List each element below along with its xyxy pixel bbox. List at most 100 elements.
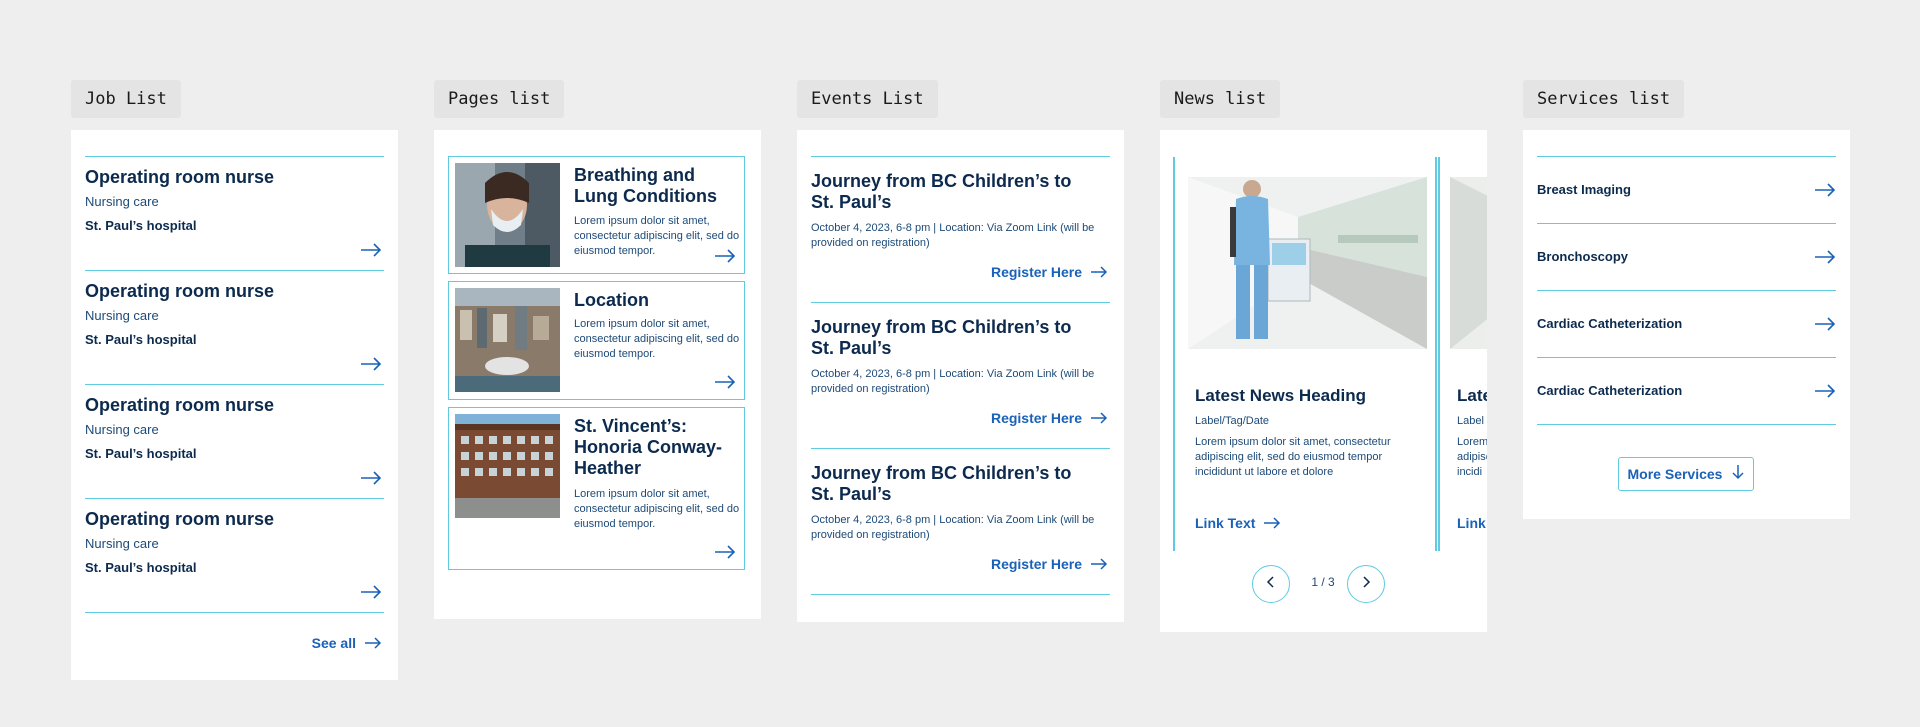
arrow-right-icon [1814, 250, 1836, 264]
service-title: Cardiac Catheterization [1537, 316, 1683, 331]
arrow-right-icon [714, 375, 736, 389]
job-item[interactable]: Operating room nurse Nursing care St. Pa… [85, 270, 384, 384]
news-link[interactable]: Link Text [1195, 515, 1281, 531]
events-list-card: Journey from BC Children’s to St. Paul’s… [797, 130, 1124, 622]
carousel-prev-button[interactable] [1252, 565, 1290, 603]
news-image [1450, 177, 1487, 349]
register-label: Register Here [990, 556, 1082, 572]
job-item[interactable]: Operating room nurse Nursing care St. Pa… [85, 498, 384, 613]
event-title: Journey from BC Children’s to St. Paul’s [811, 463, 1072, 504]
news-description: Lorem ipsum dolor sit amet, consectetur … [1195, 436, 1391, 478]
job-item[interactable]: Operating room nurse Nursing care St. Pa… [85, 384, 384, 498]
service-item[interactable]: Cardiac Catheterization [1537, 290, 1836, 357]
service-item[interactable]: Cardiac Catheterization [1537, 357, 1836, 425]
arrow-right-icon [1814, 384, 1836, 398]
carousel-next-button[interactable] [1347, 565, 1385, 603]
arrow-right-icon[interactable] [360, 357, 382, 371]
job-title: Operating room nurse [85, 395, 275, 415]
page-title: Location [574, 290, 649, 310]
see-all-label: See all [311, 635, 356, 651]
job-title: Operating room nurse [85, 281, 275, 301]
section-tag: Job List [71, 80, 181, 118]
arrow-right-icon[interactable] [360, 243, 382, 257]
register-link[interactable]: Register Here [991, 264, 1108, 280]
section-tag: Events List [797, 80, 938, 118]
events-list-section: Events List Journey from BC Children’s t… [797, 80, 1124, 622]
news-description: Lorem adipisc incidi [1457, 436, 1487, 478]
event-details: October 4, 2023, 6-8 pm | Location: Via … [811, 368, 1095, 395]
job-category: Nursing care [85, 536, 159, 551]
arrow-right-icon [714, 249, 736, 263]
service-title: Bronchoscopy [1537, 249, 1629, 264]
job-location: St. Paul’s hospital [85, 446, 197, 461]
job-location: St. Paul’s hospital [85, 218, 197, 233]
job-title: Operating room nurse [85, 509, 275, 529]
page-description: Lorem ipsum dolor sit amet, consectetur … [574, 318, 740, 360]
job-category: Nursing care [85, 422, 159, 437]
job-location: St. Paul’s hospital [85, 560, 197, 575]
arrow-down-icon [1732, 464, 1744, 485]
job-title: Operating room nurse [85, 167, 275, 187]
page-title: Breathing and Lung Conditions [574, 165, 717, 206]
register-link[interactable]: Register Here [991, 410, 1108, 426]
chevron-left-icon [1266, 575, 1276, 593]
job-category: Nursing care [85, 308, 159, 323]
news-label: Label [1457, 415, 1484, 427]
arrow-right-icon [1263, 516, 1281, 530]
arrow-right-icon [1090, 265, 1108, 279]
news-link-label: Link Text [1195, 515, 1256, 531]
register-label: Register Here [990, 410, 1082, 426]
news-carousel-card: Latest News Heading Label/Tag/Date Lorem… [1160, 130, 1487, 632]
job-location: St. Paul’s hospital [85, 332, 197, 347]
event-title: Journey from BC Children’s to St. Paul’s [811, 317, 1072, 358]
page-thumbnail [455, 414, 560, 518]
page-thumbnail [455, 163, 560, 267]
job-list-card: Operating room nurse Nursing care St. Pa… [71, 130, 398, 680]
event-item: Journey from BC Children’s to St. Paul’s… [811, 156, 1110, 302]
arrow-right-icon [1814, 183, 1836, 197]
page-description: Lorem ipsum dolor sit amet, consectetur … [574, 488, 740, 530]
pages-list-section: Pages list Breathing and Lung Conditions… [434, 80, 761, 619]
page-item[interactable]: Location Lorem ipsum dolor sit amet, con… [448, 281, 745, 400]
section-tag: Services list [1523, 80, 1685, 118]
see-all-link[interactable]: See all [312, 635, 382, 651]
more-services-button[interactable]: More Services [1618, 457, 1754, 491]
arrow-right-icon[interactable] [360, 585, 382, 599]
page-item[interactable]: Breathing and Lung Conditions Lorem ipsu… [448, 156, 745, 274]
page-thumbnail [455, 288, 560, 392]
event-details: October 4, 2023, 6-8 pm | Location: Via … [811, 514, 1095, 541]
arrow-right-icon [714, 545, 736, 559]
page-item[interactable]: St. Vincent’s: Honoria Conway-Heather Lo… [448, 407, 745, 570]
services-list-card: Breast Imaging Bronchoscopy Cardiac Cath… [1523, 130, 1850, 519]
news-card[interactable]: Latest News Heading Label/Tag/Date Lorem… [1173, 157, 1437, 551]
register-link[interactable]: Register Here [991, 556, 1108, 572]
news-label: Label/Tag/Date [1195, 415, 1269, 427]
pages-list-card: Breathing and Lung Conditions Lorem ipsu… [434, 130, 761, 619]
arrow-right-icon[interactable] [360, 471, 382, 485]
section-tag: Pages list [434, 80, 565, 118]
news-heading: Late [1457, 386, 1487, 405]
news-card-peek[interactable]: Late Label Lorem adipisc incidi Link T [1438, 157, 1487, 551]
event-details: October 4, 2023, 6-8 pm | Location: Via … [811, 222, 1095, 249]
services-list-section: Services list Breast Imaging Bronchoscop… [1523, 80, 1850, 519]
news-image [1188, 177, 1427, 349]
service-title: Breast Imaging [1537, 182, 1631, 197]
job-item[interactable]: Operating room nurse Nursing care St. Pa… [85, 156, 384, 270]
arrow-right-icon [1090, 411, 1108, 425]
event-item: Journey from BC Children’s to St. Paul’s… [811, 448, 1110, 595]
news-link-label: Link T [1457, 515, 1487, 531]
job-list-section: Job List Operating room nurse Nursing ca… [71, 80, 398, 680]
carousel-pager: 1 / 3 [1311, 575, 1335, 589]
job-category: Nursing care [85, 194, 159, 209]
news-link[interactable]: Link T [1457, 515, 1487, 531]
service-item[interactable]: Bronchoscopy [1537, 223, 1836, 290]
event-item: Journey from BC Children’s to St. Paul’s… [811, 302, 1110, 448]
service-title: Cardiac Catheterization [1537, 383, 1683, 398]
news-list-section: News list Latest News Heading Label/Tag/… [1160, 80, 1487, 632]
more-services-label: More Services [1627, 466, 1723, 482]
news-heading: Latest News Heading [1195, 386, 1366, 405]
service-item[interactable]: Breast Imaging [1537, 156, 1836, 223]
page-title: St. Vincent’s: Honoria Conway-Heather [574, 416, 723, 478]
arrow-right-icon [364, 636, 382, 650]
section-tag: News list [1160, 80, 1281, 118]
